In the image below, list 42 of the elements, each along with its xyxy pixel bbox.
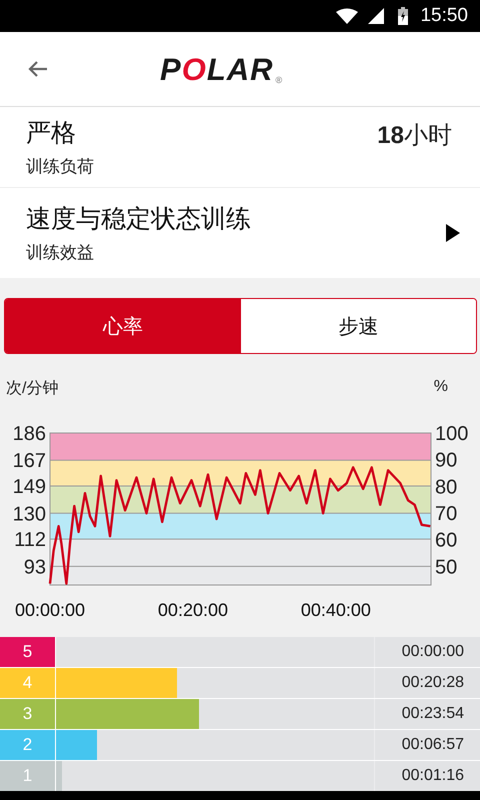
polar-logo: POLAR — [160, 54, 274, 84]
zone-time: 00:23:54 — [374, 699, 480, 729]
play-icon — [446, 224, 460, 242]
tick-label: 60 — [435, 530, 458, 552]
tick-label: 00:40:00 — [300, 600, 371, 620]
tick-label: 130 — [12, 503, 46, 526]
row-title: 严格 — [26, 118, 77, 149]
tick-label: 90 — [435, 450, 458, 472]
zone-time: 00:20:28 — [374, 668, 480, 698]
axis-label: % — [434, 378, 448, 397]
row-subtitle: 训练负荷 — [26, 156, 95, 178]
signal-icon — [368, 8, 384, 24]
tick-label: 50 — [435, 556, 458, 578]
axis-label: 次/分钟 — [6, 379, 58, 399]
tick-label: 80 — [435, 476, 458, 498]
training-benefit-row[interactable]: 速度与稳定状态训练 训练效益 — [0, 188, 480, 278]
battery-icon — [398, 7, 408, 25]
zone-number: 1 — [0, 761, 56, 791]
zone-time: 00:00:00 — [374, 637, 480, 667]
status-time: 15:50 — [420, 5, 468, 27]
tick-label: 00:00:00 — [14, 600, 86, 620]
tick-label: 70 — [435, 503, 458, 525]
tick-label: 100 — [435, 423, 468, 445]
tick-label: 112 — [14, 529, 46, 552]
tick-label: 167 — [12, 450, 46, 472]
zone-number: 5 — [0, 637, 56, 667]
wifi-icon — [336, 8, 358, 24]
zone-number: 4 — [0, 668, 56, 698]
tab[interactable]: 心率 — [5, 299, 240, 353]
zone-time: 00:06:57 — [374, 730, 480, 760]
zone-number: 3 — [0, 699, 56, 729]
tick-label: 149 — [12, 476, 46, 498]
tick-label: 93 — [24, 556, 46, 578]
row-title: 速度与稳定状态训练 — [26, 204, 252, 235]
duration-value: 18小时 — [377, 121, 452, 151]
registered-mark: ® — [276, 74, 282, 84]
zone-time: 00:01:16 — [374, 761, 480, 791]
tab[interactable]: 步速 — [240, 299, 476, 353]
zone-number: 2 — [0, 730, 56, 760]
tick-label: 186 — [12, 423, 46, 445]
tick-label: 00:20:00 — [158, 600, 228, 620]
row-subtitle: 训练效益 — [26, 242, 95, 264]
